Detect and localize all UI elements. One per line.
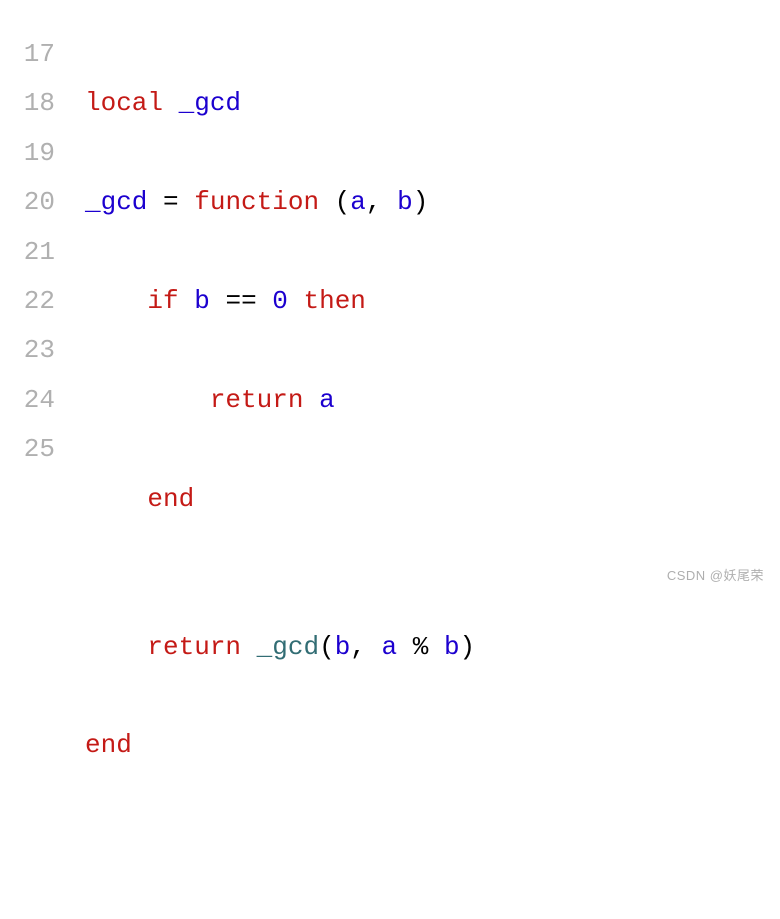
function-call-gcd: _gcd [257, 632, 319, 662]
keyword-function: function [194, 187, 319, 217]
keyword-end: end [147, 484, 194, 514]
param-a: a [350, 187, 366, 217]
keyword-end: end [85, 730, 132, 760]
line-number: 24 [20, 376, 55, 425]
code-line: local _gcd [85, 79, 760, 128]
code-block: 17 18 19 20 21 22 23 24 25 local _gcd _g… [20, 30, 760, 919]
code-line: end [85, 721, 760, 770]
comma: , [350, 632, 381, 662]
line-number: 20 [20, 178, 55, 227]
keyword-if: if [147, 286, 178, 316]
operator-mod: % [397, 632, 444, 662]
number-zero: 0 [272, 286, 288, 316]
line-number: 18 [20, 79, 55, 128]
code-line: return _gcd(b, a % b) [85, 623, 760, 672]
line-number-gutter: 17 18 19 20 21 22 23 24 25 [20, 30, 85, 919]
line-number: 22 [20, 277, 55, 326]
identifier-gcd: _gcd [85, 187, 147, 217]
line-number: 21 [20, 228, 55, 277]
identifier-a: a [319, 385, 335, 415]
paren-open: ( [319, 187, 350, 217]
code-line: if b == 0 then [85, 277, 760, 326]
arg-b2: b [444, 632, 460, 662]
watermark: CSDN @妖尾荣 [667, 564, 764, 589]
code-line: _gcd = function (a, b) [85, 178, 760, 227]
identifier-gcd: _gcd [179, 88, 241, 118]
operator-assign: = [147, 187, 194, 217]
operator-eqeq: == [210, 286, 272, 316]
line-number: 19 [20, 129, 55, 178]
arg-b: b [335, 632, 351, 662]
paren-close: ) [460, 632, 476, 662]
code-content: local _gcd _gcd = function (a, b) if b =… [85, 30, 760, 919]
keyword-return: return [147, 632, 241, 662]
comma: , [366, 187, 397, 217]
space [163, 88, 179, 118]
line-number: 17 [20, 30, 55, 79]
keyword-local: local [85, 88, 163, 118]
keyword-return: return [210, 385, 304, 415]
paren-close: ) [413, 187, 429, 217]
code-line: end [85, 475, 760, 524]
keyword-then: then [304, 286, 366, 316]
identifier-b: b [194, 286, 210, 316]
code-line: return a [85, 376, 760, 425]
arg-a: a [382, 632, 398, 662]
line-number: 25 [20, 425, 55, 474]
param-b: b [397, 187, 413, 217]
line-number: 23 [20, 326, 55, 375]
paren-open: ( [319, 632, 335, 662]
